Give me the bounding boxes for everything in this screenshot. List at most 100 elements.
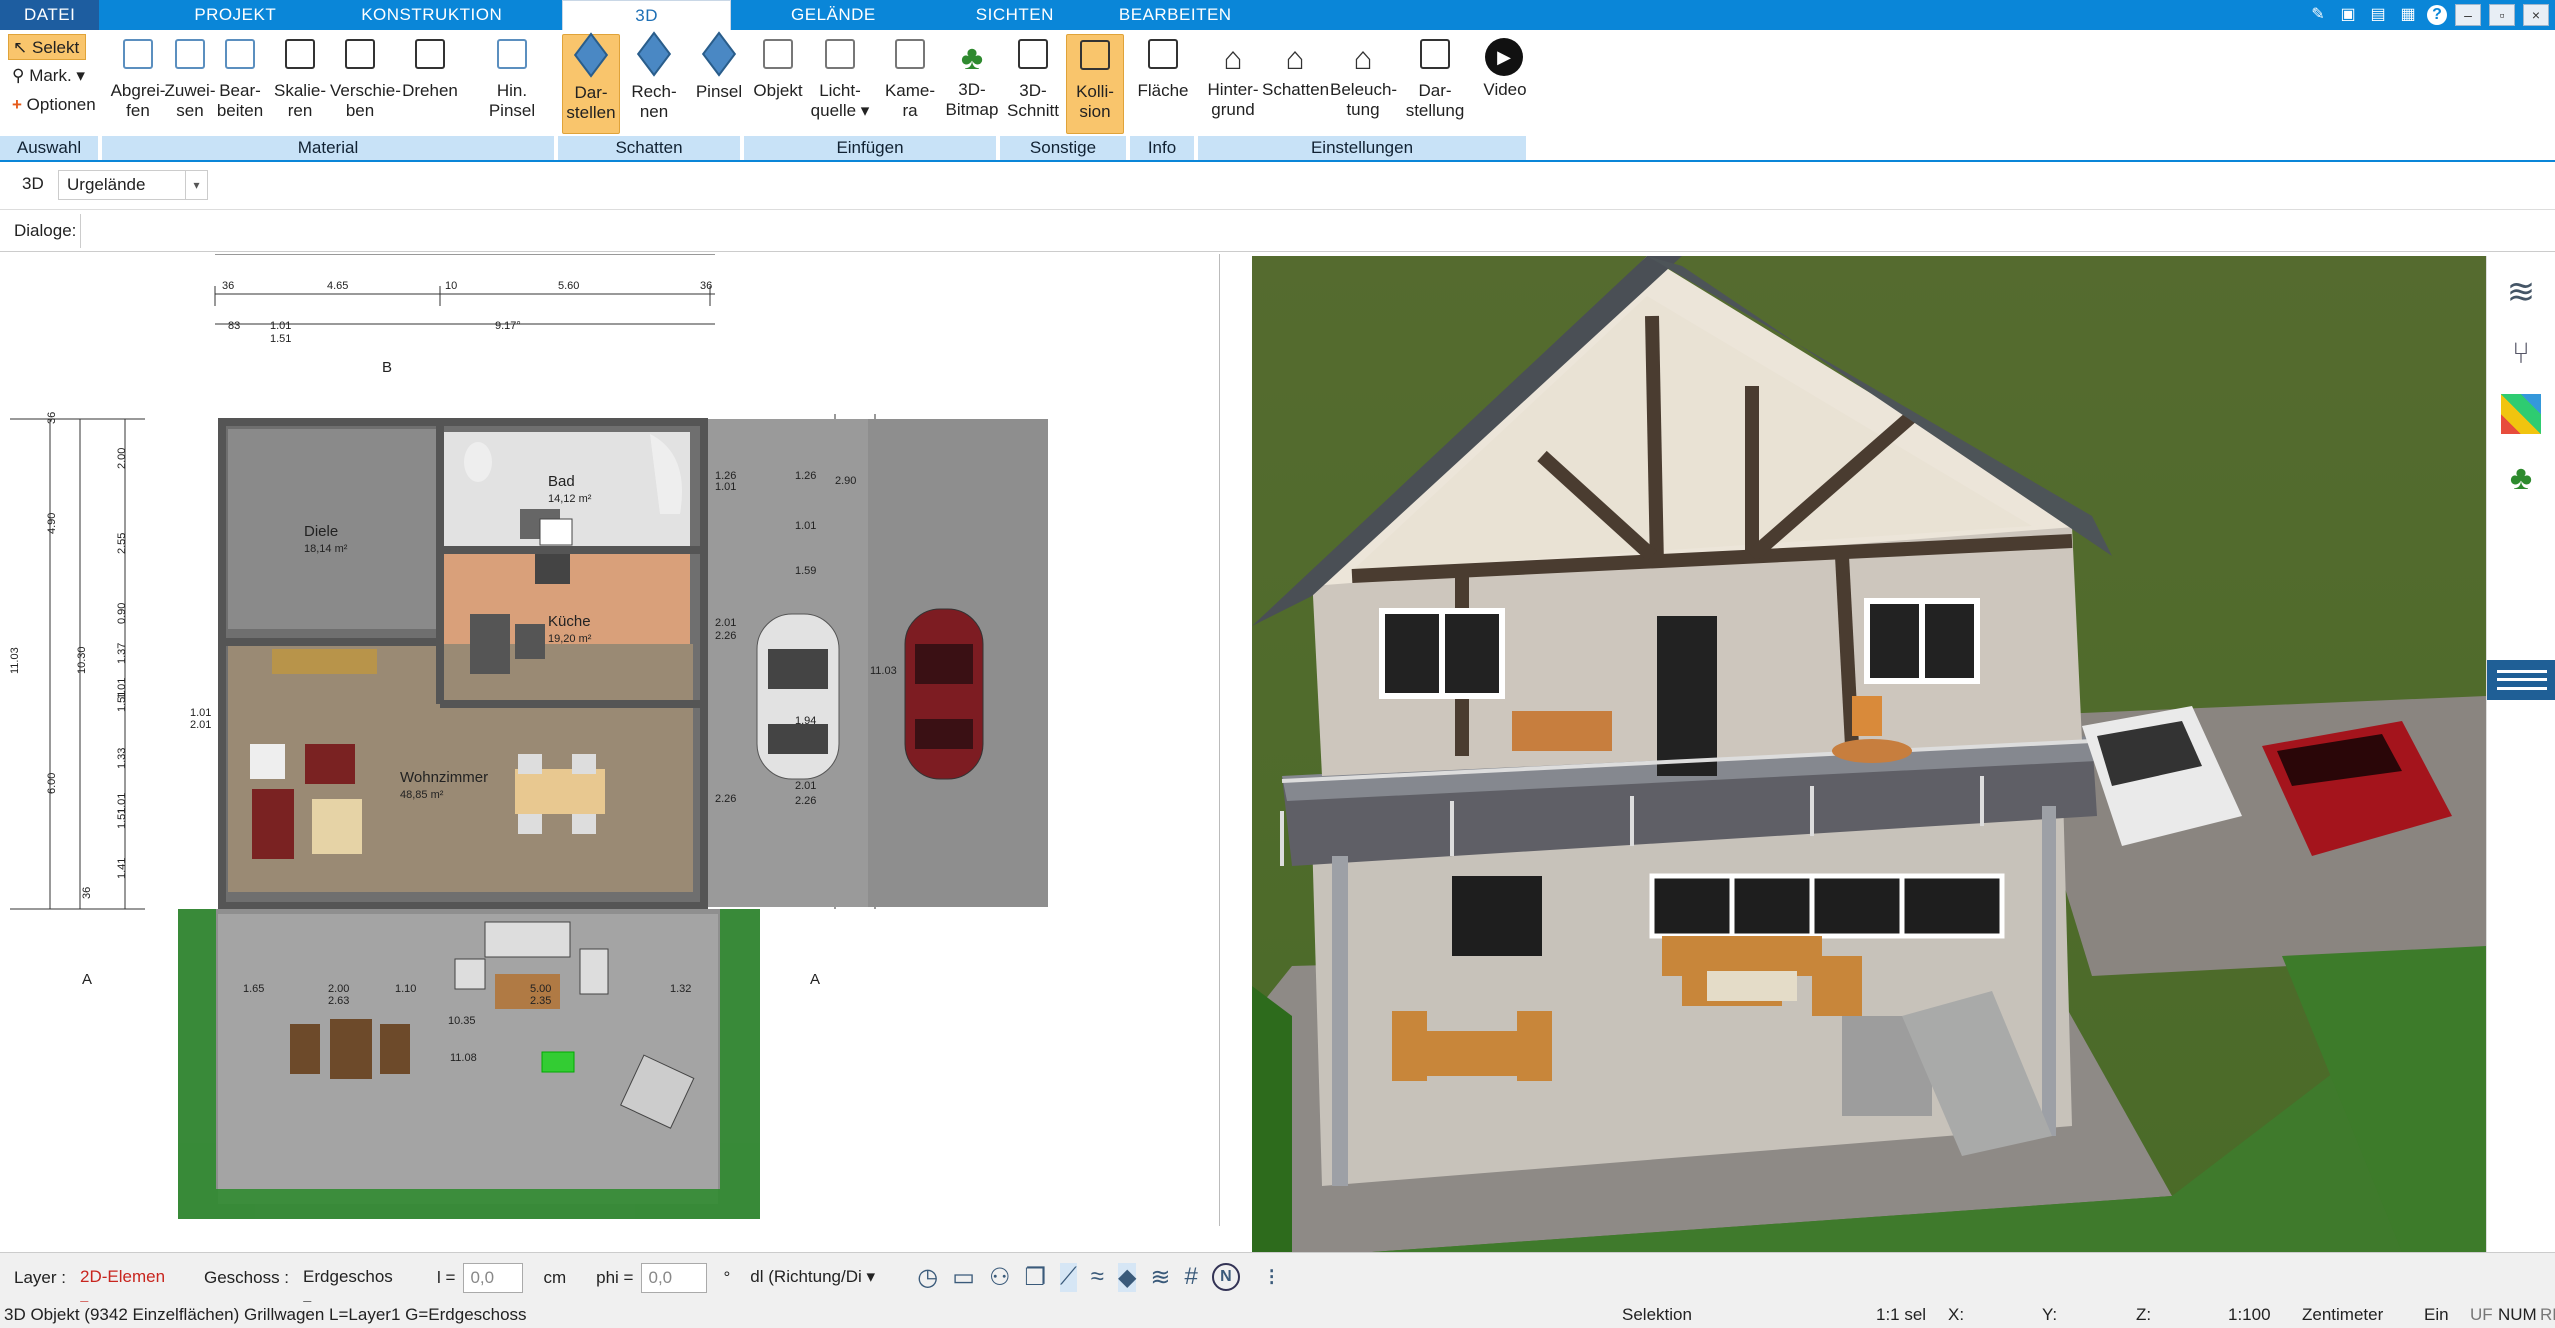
slope-icon[interactable]: ≈ <box>1091 1263 1104 1292</box>
group-auswahl: ↖ Selekt ⚲ Mark. ▾ + Optionen Auswahl <box>0 30 100 160</box>
dock-toggle-button[interactable] <box>2487 660 2555 700</box>
tab-sichten[interactable]: SICHTEN <box>936 0 1099 30</box>
plus-icon: + <box>12 95 22 114</box>
selection-info: 1:1 sel <box>1876 1305 1927 1324</box>
mark-button[interactable]: ⚲ Mark. ▾ <box>8 63 85 89</box>
stairs-icon[interactable]: ⟋ <box>1059 1263 1077 1292</box>
tab-konstruktion[interactable]: KONSTRUKTION <box>321 0 562 30</box>
layer-select[interactable]: 2D-Elemen ▾ <box>74 1263 184 1314</box>
dimension-label: 0.90 <box>116 603 128 624</box>
layout-icon[interactable]: ▦ <box>2397 4 2419 26</box>
3d-view[interactable] <box>1252 256 2486 1252</box>
cube-brush-icon <box>699 31 739 80</box>
more-icon[interactable]: ⁝ <box>1268 1263 1276 1292</box>
material-button-3[interactable]: Bear-beiten <box>210 34 270 134</box>
selekt-button[interactable]: ↖ Selekt <box>8 34 86 60</box>
tab-bearbeiten[interactable]: BEARBEITEN <box>1099 0 1252 30</box>
monitor-display-icon <box>1415 39 1455 79</box>
dimension-label: 2.35 <box>530 995 551 1007</box>
chair-icon[interactable]: ⑂ <box>2499 332 2543 376</box>
z-coord: Z: <box>2136 1305 2152 1324</box>
dimension-label: 5.00 <box>530 983 551 995</box>
material-button-1[interactable]: Abgrei-fen <box>108 34 168 134</box>
brush-assign-icon <box>170 39 210 79</box>
l-input[interactable]: 0,0 <box>463 1262 524 1293</box>
button-label: Hin. <box>496 81 528 100</box>
section-icon <box>1013 39 1053 79</box>
button-label: Bear- <box>219 81 261 100</box>
restore-button[interactable]: ▫ <box>2489 4 2515 26</box>
wave-icon[interactable]: ≋ <box>1150 1263 1170 1292</box>
tab-datei[interactable]: DATEI <box>0 0 100 30</box>
tree-icon[interactable]: ♣ <box>2501 456 2541 500</box>
info-button-1[interactable]: Fläche <box>1134 34 1192 134</box>
schatten-button-3[interactable]: Pinsel <box>690 31 748 134</box>
3d-render[interactable] <box>1252 256 2486 1252</box>
help-icon[interactable]: ? <box>2427 5 2447 25</box>
scale-info: 1:100 <box>2228 1305 2271 1324</box>
floor-plan-canvas[interactable]: Bad 14,12 m² Diele 18,14 m² Küche 19,20 m² Woh… <box>0 254 1220 1226</box>
dimension-label: 1.01 <box>795 520 816 532</box>
layers-icon[interactable]: ≋ <box>2499 270 2543 314</box>
geschoss-select[interactable]: Erdgeschos ▾ <box>297 1263 407 1314</box>
button-label: tung <box>1346 100 1380 119</box>
walk-icon[interactable]: ⚇ <box>989 1263 1011 1292</box>
cube-on-icon <box>571 32 611 81</box>
group-label-material: Material <box>102 136 556 160</box>
tab-projekt[interactable]: PROJEKT <box>99 0 321 30</box>
material-button-6[interactable]: Drehen <box>400 34 460 134</box>
room-name: Bad <box>548 473 575 490</box>
dimension-label: 1.01 <box>190 707 211 719</box>
tab-3d[interactable]: 3D <box>562 0 732 30</box>
room-area: 14,12 m² <box>548 493 592 505</box>
dimension-label: 11.03 <box>870 665 897 677</box>
einfuegen-button-2[interactable]: Licht-quelle ▾ <box>810 34 870 134</box>
material-button-5[interactable]: Verschie-ben <box>330 34 401 134</box>
button-label: Skalie- <box>274 81 326 100</box>
grid-icon[interactable]: # <box>1185 1263 1198 1292</box>
floor-plan-view[interactable]: Bad 14,12 m² Diele 18,14 m² Küche 19,20 m² Woh… <box>0 254 1220 1226</box>
unit-info: Zentimeter <box>2302 1305 2384 1324</box>
material-button-4[interactable]: Skalie-ren <box>270 34 330 134</box>
materials-icon[interactable] <box>2501 394 2541 434</box>
clock-icon[interactable]: ◷ <box>917 1263 938 1292</box>
tools-icon[interactable]: ✎ <box>2307 4 2329 26</box>
sonstige-button-1[interactable]: 3D- Schnitt <box>1004 34 1062 134</box>
tab-gelaende[interactable]: GELÄNDE <box>731 0 936 30</box>
monitor-icon[interactable]: ▭ <box>952 1263 975 1292</box>
einstellungen-button-3[interactable]: ⌂ Beleuch-tung <box>1330 34 1397 134</box>
sonstige-button-2[interactable]: Kolli-sion <box>1066 34 1124 134</box>
room-name: Wohnzimmer <box>400 769 488 786</box>
x-coord: X: <box>1948 1305 1965 1324</box>
plane-icon[interactable]: ◆ <box>1117 1263 1137 1292</box>
minimize-button[interactable]: – <box>2455 4 2481 26</box>
schatten-button-1[interactable]: Dar-stellen <box>562 32 620 134</box>
einstellungen-button-2[interactable]: ⌂ Schatten <box>1262 34 1329 134</box>
dialog-bar: Dialoge: <box>0 210 2555 252</box>
y-coord: Y: <box>2042 1305 2058 1324</box>
einstellungen-button-4[interactable]: Dar-stellung <box>1402 34 1468 134</box>
optionen-button[interactable]: + Optionen <box>8 92 96 118</box>
dimension-label: 36 <box>81 887 93 899</box>
chevron-down-icon: ▾ <box>185 171 207 199</box>
dimension-label: 2.63 <box>328 995 349 1007</box>
direction-select[interactable]: dl (Richtung/Di ▾ <box>744 1263 889 1293</box>
einstellungen-button-5[interactable]: ▶ Video <box>1472 34 1538 134</box>
schatten-button-2[interactable]: Rech-nen <box>625 31 683 134</box>
group-label-sonstige: Sonstige <box>1000 136 1128 160</box>
dimension-label: 36 <box>700 280 712 292</box>
dimension-label: 1.51 <box>116 691 128 712</box>
button-label: Pinsel <box>695 82 743 101</box>
phi-input[interactable]: 0,0 <box>641 1262 708 1293</box>
einfuegen-button-3[interactable]: Kame-ra <box>880 34 940 134</box>
einfuegen-button-1[interactable]: Objekt <box>748 34 808 134</box>
package-icon[interactable]: ▤ <box>2367 4 2389 26</box>
window-icon[interactable]: ▣ <box>2337 4 2359 26</box>
north-icon[interactable]: N <box>1211 1263 1240 1291</box>
copy-icon[interactable]: ❐ <box>1024 1263 1046 1292</box>
einfuegen-button-4[interactable]: ♣ 3D- Bitmap <box>942 34 1002 134</box>
terrain-dropdown[interactable]: Urgelände ▾ <box>58 170 208 200</box>
close-button[interactable]: × <box>2523 4 2549 26</box>
einstellungen-button-1[interactable]: ⌂ Hinter-grund <box>1200 34 1266 134</box>
material-button-7[interactable]: Hin. Pinsel <box>482 34 542 134</box>
